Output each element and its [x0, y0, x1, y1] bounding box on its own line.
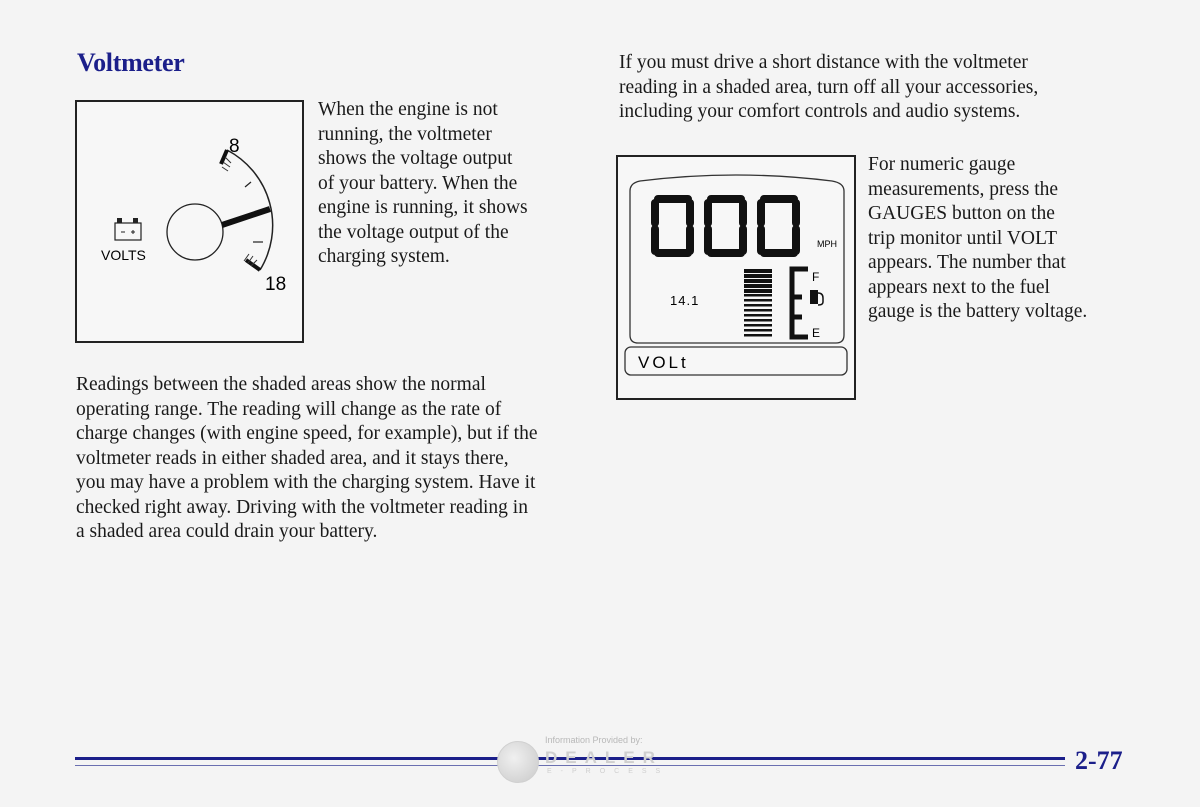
- text-line: measurements, press the: [868, 178, 1059, 200]
- seven-segment-digit: [757, 195, 800, 257]
- text-line: For numeric gauge: [868, 154, 1016, 175]
- text-line: reading in a shaded area, turn off all y…: [619, 76, 1039, 98]
- normal-range-paragraph: Readings between the shaded areas show t…: [76, 373, 596, 545]
- text-line: of your battery. When the: [318, 172, 518, 194]
- page-number: 2-77: [1075, 746, 1123, 775]
- text-line: gauge is the battery voltage.: [868, 301, 1088, 322]
- fuel-bar-segment: [744, 279, 772, 283]
- text-line: a shaded area could drain your battery.: [76, 521, 378, 542]
- text-line: charge changes (with engine speed, for e…: [76, 423, 538, 444]
- fuel-pump-icon: [810, 290, 824, 306]
- text-line: shows the voltage output: [318, 148, 513, 169]
- text-line: running, the voltmeter: [318, 123, 492, 145]
- text-line: charging system.: [318, 246, 450, 267]
- fuel-gauge-bracket: [789, 266, 808, 340]
- volts-label: VOLTS: [101, 247, 146, 263]
- watermark-subtitle: E-PROCESS: [547, 768, 670, 775]
- text-line: Readings between the shaded areas show t…: [76, 374, 486, 395]
- text-line: checked right away. Driving with the vol…: [76, 496, 528, 518]
- text-line: GAUGES button on the: [868, 203, 1055, 224]
- text-line: including your comfort controls and audi…: [619, 101, 1021, 122]
- battery-icon: [114, 218, 142, 241]
- text-line: appears. The number that: [868, 252, 1066, 273]
- trip-monitor-illustration: MPH 14.1 F E VOLt: [616, 155, 856, 400]
- fuel-bar-segment: [744, 294, 772, 297]
- fuel-full-label: F: [812, 270, 819, 284]
- high-shaded-zone: [243, 253, 262, 272]
- seven-segment-digit: [651, 195, 694, 257]
- numeric-gauge-paragraph: For numeric gauge measurements, press th…: [868, 153, 1148, 325]
- fuel-bar-segment: [744, 329, 772, 332]
- section-title: Voltmeter: [77, 48, 185, 77]
- fuel-bar-segment: [744, 269, 772, 273]
- watermark-caption: Information Provided by:: [545, 735, 643, 745]
- lcd-message: VOLt: [638, 353, 689, 372]
- text-line: the voltage output of the: [318, 221, 509, 243]
- text-line: trip monitor until VOLT: [868, 227, 1058, 249]
- text-line: engine is running, it shows: [318, 197, 528, 218]
- fuel-bar-segment: [744, 309, 772, 312]
- fuel-bar-segment: [744, 334, 772, 337]
- fuel-bar-segment: [744, 289, 772, 293]
- gauge-tick: [244, 181, 252, 188]
- voltmeter-illustration: 8 18 VOLTS: [75, 100, 304, 343]
- gauge-min-label: 8: [229, 136, 240, 157]
- seven-segment-digit: [704, 195, 747, 257]
- gauge-max-label: 18: [265, 274, 286, 295]
- text-line: If you must drive a short distance with …: [619, 52, 1028, 73]
- fuel-bar-segment: [744, 274, 772, 278]
- trip-monitor-display: MPH 14.1 F E VOLt: [624, 174, 848, 376]
- fuel-empty-label: E: [812, 326, 820, 340]
- fuel-level-bars: [744, 269, 772, 337]
- speed-unit-label: MPH: [817, 239, 837, 249]
- text-line: When the engine is not: [318, 99, 498, 120]
- text-line: voltmeter reads in either shaded area, a…: [76, 447, 509, 469]
- watermark-logo-icon: [497, 741, 539, 783]
- fuel-bar-segment: [744, 299, 772, 302]
- gauge-hub: [166, 203, 224, 261]
- text-line: appears next to the fuel: [868, 276, 1050, 298]
- short-distance-paragraph: If you must drive a short distance with …: [619, 51, 1139, 125]
- fuel-bar-segment: [744, 304, 772, 307]
- watermark-brand: DEALER: [545, 748, 663, 767]
- speed-digits: [651, 195, 800, 257]
- intro-paragraph: When the engine is not running, the volt…: [318, 98, 568, 270]
- text-line: you may have a problem with the charging…: [76, 472, 536, 493]
- voltmeter-gauge: 8 18 VOLTS: [101, 136, 286, 295]
- fuel-bar-segment: [744, 319, 772, 322]
- fuel-bar-segment: [744, 324, 772, 327]
- gauge-needle: [221, 206, 271, 228]
- fuel-bar-segment: [744, 284, 772, 288]
- fuel-bar-segment: [744, 314, 772, 317]
- text-line: operating range. The reading will change…: [76, 398, 502, 420]
- voltage-reading: 14.1: [670, 293, 699, 308]
